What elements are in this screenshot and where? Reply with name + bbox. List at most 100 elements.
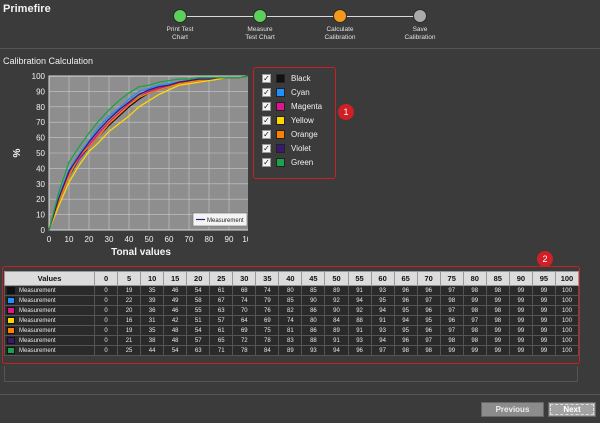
- legend-item-orange[interactable]: ✓ Orange: [262, 128, 318, 140]
- next-button[interactable]: Next: [548, 402, 596, 417]
- table-cell: 79: [255, 295, 280, 306]
- table-row[interactable]: Measurement 0 20 36 46 55 63 70 76 82 86 90 92 94 95 96…: [4, 305, 580, 316]
- section-title: Calibration Calculation: [3, 56, 94, 66]
- legend-color-swatch: [276, 115, 285, 125]
- table-cell: 67: [209, 295, 234, 306]
- calibration-chart: 0 10 20 30 40 50 60 70 80 90 100 0 10 20 30 40 50 60 70 80 9…: [12, 72, 248, 258]
- legend-item-cyan[interactable]: ✓ Cyan: [262, 86, 310, 98]
- table-header-cell: 60: [370, 271, 395, 286]
- legend-checkbox[interactable]: ✓: [262, 157, 271, 167]
- table-cell: 54: [186, 325, 211, 336]
- wizard-step-measure[interactable]: Measure Test Chart: [230, 8, 290, 42]
- legend-checkbox[interactable]: ✓: [262, 129, 271, 139]
- table-cell: 97: [416, 295, 441, 306]
- values-table-frame: Values 0 5 10 15 20 25 30 35 40 45 50 55 60 65 70 75 80 85…: [2, 266, 580, 364]
- table-header-cell: 0: [93, 271, 119, 286]
- table-cell: 61: [209, 285, 234, 296]
- row-color-swatch: [7, 326, 15, 334]
- table-row[interactable]: Measurement 0 19 35 46 54 61 68 74 80 85 89 91 93 96 96…: [4, 285, 580, 296]
- header-divider: [0, 48, 600, 49]
- table-row[interactable]: Measurement 0 16 31 42 51 57 64 69 74 80 84 88 91 94 95…: [4, 315, 580, 326]
- table-cell: 90: [301, 295, 326, 306]
- table-header-cell: 75: [439, 271, 464, 286]
- y-tick-label: 100: [32, 72, 46, 81]
- legend-item-magenta[interactable]: ✓ Magenta: [262, 100, 322, 112]
- legend-checkbox[interactable]: ✓: [262, 73, 271, 83]
- step-status-dot: [173, 9, 187, 23]
- row-label: Measurement: [19, 328, 56, 335]
- table-cell: 68: [232, 285, 257, 296]
- table-cell: 100: [554, 285, 580, 296]
- legend-checkbox[interactable]: ✓: [262, 143, 271, 153]
- row-name-cell: Measurement: [4, 335, 95, 346]
- table-cell: 84: [255, 345, 280, 356]
- wizard-step-calculate[interactable]: Calculate Calibration: [310, 8, 370, 42]
- legend-checkbox[interactable]: ✓: [262, 87, 271, 97]
- table-row[interactable]: Measurement 0 19 35 48 54 61 69 75 81 86 89 91 93 95 96…: [4, 325, 580, 336]
- y-tick-label: 50: [36, 149, 45, 158]
- table-cell: 46: [163, 285, 188, 296]
- table-cell: 16: [117, 315, 142, 326]
- table-cell: 84: [324, 315, 349, 326]
- table-cell: 100: [554, 315, 580, 326]
- legend-checkbox[interactable]: ✓: [262, 101, 271, 111]
- table-row[interactable]: Measurement 0 25 44 54 63 71 78 84 89 93 94 96 97 98 98…: [4, 345, 580, 356]
- legend-color-swatch: [276, 73, 285, 83]
- y-tick-label: 90: [36, 87, 45, 96]
- legend-checkbox[interactable]: ✓: [262, 115, 271, 125]
- step-status-dot: [333, 9, 347, 23]
- legend-item-violet[interactable]: ✓ Violet: [262, 142, 311, 154]
- table-cell: 100: [554, 335, 580, 346]
- table-cell: 91: [324, 335, 349, 346]
- row-color-swatch: [7, 306, 15, 314]
- table-cell: 19: [117, 325, 142, 336]
- table-cell: 99: [508, 335, 533, 346]
- table-cell: 83: [278, 335, 303, 346]
- table-header-row: Values 0 5 10 15 20 25 30 35 40 45 50 55 60 65 70 75 80 85…: [4, 271, 580, 286]
- row-label: Measurement: [19, 338, 56, 345]
- y-tick-label: 20: [36, 195, 45, 204]
- table-cell: 0: [93, 315, 119, 326]
- table-cell: 99: [508, 315, 533, 326]
- table-cell: 94: [370, 335, 395, 346]
- row-color-swatch: [7, 296, 15, 304]
- table-cell: 92: [324, 295, 349, 306]
- table-header-cell: 40: [278, 271, 303, 286]
- footer-divider: [0, 394, 600, 395]
- previous-button[interactable]: Previous: [481, 402, 544, 417]
- table-cell: 0: [93, 325, 119, 336]
- table-cell: 99: [531, 315, 556, 326]
- wizard-step-save[interactable]: Save Calibration: [390, 8, 450, 42]
- table-cell: 64: [232, 315, 257, 326]
- table-cell: 95: [370, 295, 395, 306]
- wizard-steps: Print Test Chart Measure Test Chart Calc…: [150, 8, 450, 48]
- y-tick-label: 40: [36, 164, 45, 173]
- table-cell: 98: [485, 305, 510, 316]
- table-row[interactable]: Measurement 0 22 39 49 58 67 74 79 85 90 92 94 95 96 97…: [4, 295, 580, 306]
- row-color-swatch: [7, 316, 15, 324]
- table-cell: 65: [209, 335, 234, 346]
- table-cell: 100: [554, 325, 580, 336]
- channel-legend: ✓ Black ✓ Cyan ✓ Magenta ✓ Yellow ✓ Orange ✓ Violet…: [253, 67, 336, 179]
- table-cell: 98: [462, 335, 487, 346]
- table-cell: 88: [301, 335, 326, 346]
- table-cell: 93: [347, 335, 372, 346]
- legend-item-black[interactable]: ✓ Black: [262, 72, 311, 84]
- legend-item-green[interactable]: ✓ Green: [262, 156, 313, 168]
- row-label: Measurement: [19, 298, 56, 305]
- wizard-step-print[interactable]: Print Test Chart: [150, 8, 210, 42]
- table-cell: 96: [439, 315, 464, 326]
- table-row[interactable]: Measurement 0 21 38 48 57 65 72 78 83 88 91 93 94 96 97…: [4, 335, 580, 346]
- x-tick-label: 30: [105, 235, 114, 244]
- table-cell: 54: [163, 345, 188, 356]
- row-name-cell: Measurement: [4, 285, 95, 296]
- legend-item-yellow[interactable]: ✓ Yellow: [262, 114, 314, 126]
- table-cell: 98: [462, 325, 487, 336]
- legend-color-swatch: [276, 143, 285, 153]
- values-table: Values 0 5 10 15 20 25 30 35 40 45 50 55 60 65 70 75 80 85…: [4, 271, 580, 356]
- x-tick-label: 40: [125, 235, 134, 244]
- table-header-cell: 35: [255, 271, 280, 286]
- table-cell: 42: [163, 315, 188, 326]
- table-cell: 74: [232, 295, 257, 306]
- table-cell: 94: [324, 345, 349, 356]
